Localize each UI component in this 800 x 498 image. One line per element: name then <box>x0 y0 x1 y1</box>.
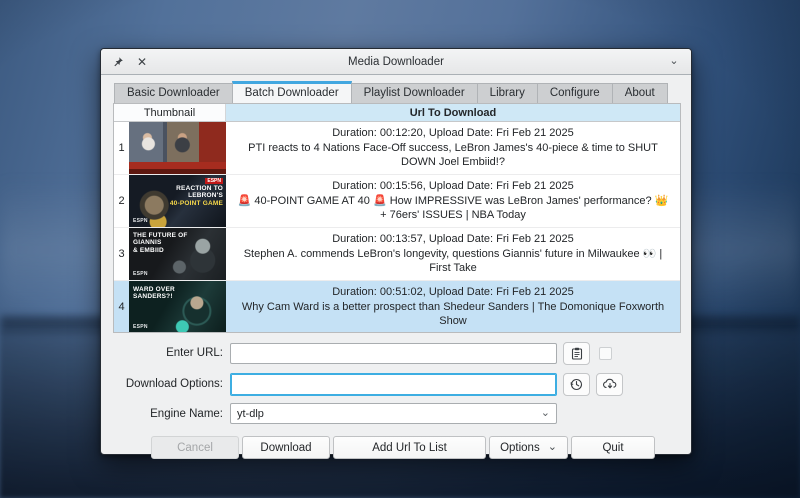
table-row-selected[interactable]: Duration: 00:51:02, Upload Date: Fri Feb… <box>226 281 680 333</box>
column-header-thumbnail[interactable]: Thumbnail <box>114 104 226 122</box>
cloud-download-icon <box>603 378 617 390</box>
row-number: 3 <box>114 228 129 281</box>
tab-playlist-downloader[interactable]: Playlist Downloader <box>352 83 477 103</box>
media-downloader-window: ✕ Media Downloader ⌄ Basic Downloader Ba… <box>100 48 692 455</box>
espn-logo: ESPN <box>205 178 223 184</box>
paste-clipboard-button[interactable] <box>563 342 590 365</box>
titlebar[interactable]: ✕ Media Downloader ⌄ <box>101 49 691 75</box>
action-button-row: Cancel Download Add Url To List Options … <box>151 436 679 459</box>
tab-batch-downloader[interactable]: Batch Downloader <box>232 81 352 103</box>
espn-logo: ESPN <box>133 218 148 224</box>
thumbnail-caption: REACTION TO LEBRON'S 40-POINT GAME <box>165 185 223 207</box>
video-duration-line: Duration: 00:13:57, Upload Date: Fri Feb… <box>332 232 574 247</box>
enter-url-label: Enter URL: <box>113 347 230 359</box>
tab-basic-downloader[interactable]: Basic Downloader <box>114 83 232 103</box>
video-duration-line: Duration: 00:15:56, Upload Date: Fri Feb… <box>332 179 574 194</box>
cancel-button: Cancel <box>151 436 239 459</box>
table-row[interactable]: Duration: 00:12:20, Upload Date: Fri Feb… <box>226 122 680 175</box>
pin-icon[interactable] <box>111 55 125 69</box>
table-row[interactable]: Duration: 00:15:56, Upload Date: Fri Feb… <box>226 175 680 228</box>
enter-url-input[interactable] <box>230 343 557 364</box>
engine-name-select[interactable]: yt-dlp ⌄ <box>230 403 557 424</box>
video-title: 🚨 40-POINT GAME AT 40 🚨 How IMPRESSIVE w… <box>236 194 670 223</box>
tab-configure[interactable]: Configure <box>537 83 612 103</box>
chevron-down-icon: ⌄ <box>541 408 550 419</box>
video-duration-line: Duration: 00:51:02, Upload Date: Fri Feb… <box>332 285 574 300</box>
options-menu-button[interactable]: Options ⌄ <box>489 436 568 459</box>
tab-about[interactable]: About <box>612 83 668 103</box>
download-defaults-button[interactable] <box>596 373 623 396</box>
download-options-label: Download Options: <box>113 378 230 390</box>
download-button[interactable]: Download <box>242 436 330 459</box>
column-header-url[interactable]: Url To Download <box>226 104 680 122</box>
video-thumbnail-1[interactable] <box>129 122 226 175</box>
video-thumbnail-2[interactable]: ESPN REACTION TO LEBRON'S 40-POINT GAME … <box>129 175 226 228</box>
window-title: Media Downloader <box>101 56 691 68</box>
close-icon[interactable]: ✕ <box>135 55 149 69</box>
table-row[interactable]: Duration: 00:13:57, Upload Date: Fri Feb… <box>226 228 680 281</box>
video-title: Stephen A. commends LeBron's longevity, … <box>236 247 670 276</box>
quit-button[interactable]: Quit <box>571 436 655 459</box>
row-number: 4 <box>114 281 129 333</box>
tab-library[interactable]: Library <box>477 83 537 103</box>
video-thumbnail-4[interactable]: WARD OVER SANDERS?! ESPN <box>129 281 226 333</box>
espn-logo: ESPN <box>133 324 148 330</box>
add-url-to-list-button[interactable]: Add Url To List <box>333 436 486 459</box>
thumbnail-caption: THE FUTURE OF GIANNIS & EMBIID <box>133 232 189 254</box>
video-thumbnail-3[interactable]: THE FUTURE OF GIANNIS & EMBIID ESPN <box>129 228 226 281</box>
options-history-button[interactable] <box>563 373 590 396</box>
shade-chevron-icon[interactable]: ⌄ <box>667 55 681 69</box>
engine-name-label: Engine Name: <box>113 408 230 420</box>
espn-logo: ESPN <box>133 271 148 277</box>
history-clock-icon <box>570 378 583 391</box>
chevron-down-icon: ⌄ <box>548 442 557 453</box>
batch-download-table: Thumbnail Url To Download 1 Duration: 00… <box>113 103 681 333</box>
engine-selected-value: yt-dlp <box>237 408 264 420</box>
video-duration-line: Duration: 00:12:20, Upload Date: Fri Feb… <box>332 126 574 141</box>
clipboard-icon <box>571 347 583 360</box>
row-number: 2 <box>114 175 129 228</box>
download-form: Enter URL: Download Options: <box>113 341 679 424</box>
url-checkbox <box>599 347 612 360</box>
thumbnail-caption: WARD OVER SANDERS?! <box>133 286 185 301</box>
row-number: 1 <box>114 122 129 175</box>
tab-bar: Basic Downloader Batch Downloader Playli… <box>114 81 679 103</box>
video-title: Why Cam Ward is a better prospect than S… <box>236 300 670 329</box>
video-title: PTI reacts to 4 Nations Face-Off success… <box>236 141 670 170</box>
download-options-input[interactable] <box>230 373 557 396</box>
